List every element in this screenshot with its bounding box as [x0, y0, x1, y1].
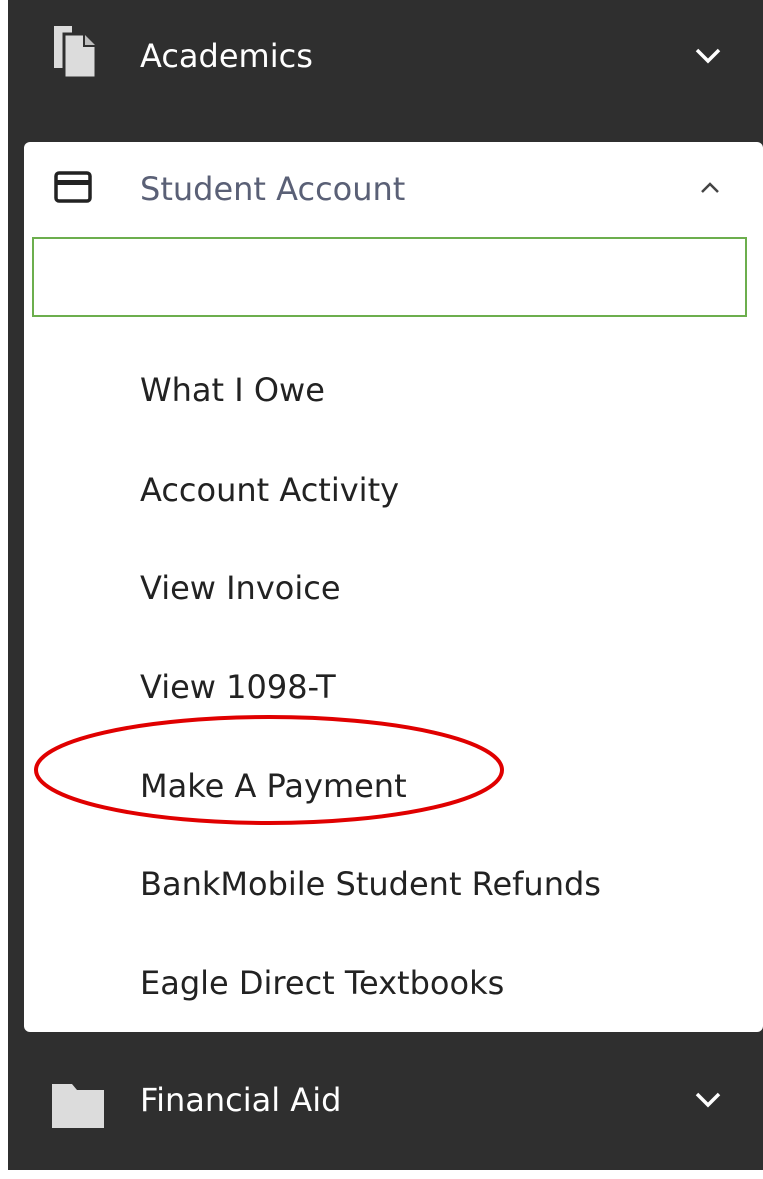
chevron-down-icon [695, 1092, 721, 1108]
nav-section-label: Financial Aid [140, 1081, 342, 1119]
folder-icon [52, 1084, 104, 1128]
menu-item-account-activity[interactable]: Account Activity [140, 470, 399, 510]
menu-item-view-invoice[interactable]: View Invoice [140, 568, 341, 608]
documents-icon [54, 26, 98, 80]
chevron-down-icon [695, 48, 721, 64]
nav-section-academics[interactable]: Academics [8, 0, 763, 110]
menu-item-make-a-payment[interactable]: Make A Payment [140, 766, 407, 806]
menu-item-view-1098-t[interactable]: View 1098-T [140, 667, 336, 707]
credit-card-icon [54, 171, 92, 203]
menu-item-eagle-direct-textbooks[interactable]: Eagle Direct Textbooks [140, 963, 504, 1003]
nav-section-financial-aid[interactable]: Financial Aid [8, 1042, 763, 1152]
search-input[interactable] [32, 237, 747, 317]
nav-section-label: Student Account [140, 170, 406, 208]
nav-section-student-account-panel: Student Account What I Owe Account Activ… [24, 142, 763, 1032]
chevron-up-icon [701, 182, 719, 193]
nav-section-student-account[interactable]: Student Account [24, 142, 763, 234]
nav-section-label: Academics [140, 37, 313, 75]
menu-item-bankmobile-student-refunds[interactable]: BankMobile Student Refunds [140, 864, 601, 904]
menu-item-what-i-owe[interactable]: What I Owe [140, 370, 325, 410]
